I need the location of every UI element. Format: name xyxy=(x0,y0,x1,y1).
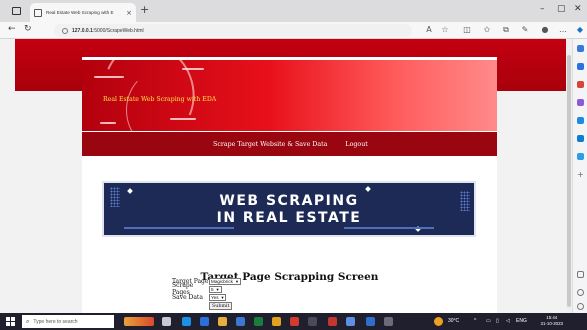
taskbar-search-placeholder: Type here to search xyxy=(33,318,78,325)
nav-logout-link[interactable]: Logout xyxy=(345,141,367,148)
weather-temp[interactable]: 30°C xyxy=(448,318,459,324)
refresh-icon[interactable]: ↻ xyxy=(24,24,32,34)
save-data-label: Save Data xyxy=(172,293,203,301)
hero-dots xyxy=(110,187,120,207)
windows-start-icon[interactable] xyxy=(6,317,15,326)
hero-bar xyxy=(344,227,434,229)
shopping-icon[interactable] xyxy=(577,63,584,70)
settings-gear-icon[interactable] xyxy=(577,303,584,310)
chevron-down-icon: ▼ xyxy=(215,286,220,292)
collections-icon[interactable]: ⧉ xyxy=(501,25,511,35)
tab-title: Real Estate Web Scraping with E xyxy=(46,10,114,15)
browser-tab-strip: Real Estate Web Scraping with E × + – ▢ … xyxy=(0,0,587,22)
hero-line-2: IN REAL ESTATE xyxy=(216,210,362,226)
app-icon[interactable] xyxy=(200,317,209,326)
chevron-down-icon: ▼ xyxy=(234,278,239,284)
app-icon[interactable] xyxy=(290,317,299,326)
external-link-icon[interactable] xyxy=(577,289,584,296)
app-icon[interactable] xyxy=(328,317,337,326)
file-explorer-icon[interactable] xyxy=(218,317,227,326)
hero-bar xyxy=(124,227,234,229)
url-text: 127.0.0.1:5000/ScrapeWeb.html xyxy=(72,27,144,34)
form-row-save-data: Save Data Yes ▼ xyxy=(172,293,241,301)
volume-icon[interactable]: ◁ xyxy=(506,318,510,324)
mail-icon[interactable] xyxy=(236,317,245,326)
submit-button[interactable]: Submit xyxy=(209,302,233,310)
scrollbar-thumb[interactable] xyxy=(567,55,571,307)
favorite-star-icon[interactable]: ☆ xyxy=(440,25,450,35)
vscode-icon[interactable] xyxy=(366,317,375,326)
hero-dots xyxy=(460,191,470,211)
page-title: Target Page Scrapping Screen xyxy=(200,271,379,283)
chevron-down-icon: ▼ xyxy=(220,294,225,300)
clock[interactable]: 15:44 31-10-2023 xyxy=(541,315,563,327)
address-bar[interactable]: 127.0.0.1:5000/ScrapeWeb.html xyxy=(54,24,412,37)
network-icon[interactable]: ▭ xyxy=(486,318,491,324)
page-viewport: Real Estate Web Scraping with EDA Scrape… xyxy=(0,39,566,313)
new-tab-button[interactable]: + xyxy=(140,3,149,16)
site-brand: Real Estate Web Scraping with EDA xyxy=(103,96,217,103)
add-icon[interactable]: + xyxy=(577,171,584,179)
weather-icon[interactable] xyxy=(434,317,443,326)
search-icon: ⌕ xyxy=(26,317,30,325)
excel-icon[interactable] xyxy=(254,317,263,326)
tab-close-icon[interactable]: × xyxy=(126,9,132,17)
widget-news-icon[interactable] xyxy=(124,317,154,326)
banner-streak xyxy=(170,118,196,120)
browser-sidebar: + xyxy=(572,39,587,313)
extensions-icon[interactable]: ✎ xyxy=(520,25,530,35)
outlook-icon[interactable] xyxy=(577,135,584,142)
hero-image: WEB SCRAPING IN REAL ESTATE xyxy=(102,181,476,237)
target-page-select[interactable]: Magicbrick ▼ xyxy=(209,277,241,285)
search-icon[interactable] xyxy=(577,45,584,52)
app-icon[interactable] xyxy=(346,317,355,326)
minimize-button[interactable]: – xyxy=(540,4,545,14)
taskbar-search-input[interactable]: ⌕ Type here to search xyxy=(22,315,114,328)
browser-tab[interactable]: Real Estate Web Scraping with E × xyxy=(30,3,136,22)
edge-icon[interactable] xyxy=(182,317,191,326)
scrape-form: Target Page Magicbrick ▼ Scrape Pages 5 ▼ … xyxy=(172,277,241,310)
banner-streak xyxy=(100,122,116,124)
sidebar-layout-icon[interactable] xyxy=(577,271,584,278)
task-view-icon[interactable] xyxy=(162,317,171,326)
windows-taskbar: ⌕ Type here to search 30°C ^ ▭ ▯ ◁ ENG 1… xyxy=(0,313,587,330)
hero-sparkle xyxy=(365,186,371,192)
chrome-icon[interactable] xyxy=(272,317,281,326)
tab-actions-icon[interactable] xyxy=(12,7,21,15)
form-row-scrape-pages: Scrape Pages 5 ▼ xyxy=(172,282,241,296)
scrape-pages-select[interactable]: 5 ▼ xyxy=(209,285,222,293)
back-arrow-icon[interactable]: ← xyxy=(8,24,16,34)
drop-icon[interactable] xyxy=(577,153,584,160)
page-favicon-icon xyxy=(34,8,42,17)
save-data-select[interactable]: Yes ▼ xyxy=(209,293,227,301)
battery-icon[interactable]: ▯ xyxy=(496,318,499,324)
terminal-icon[interactable] xyxy=(308,317,317,326)
maximize-button[interactable]: ▢ xyxy=(557,4,566,14)
copilot-icon[interactable]: ◆ xyxy=(575,25,585,35)
tools-icon[interactable] xyxy=(577,81,584,88)
nav-scrape-link[interactable]: Scrape Target Website & Save Data xyxy=(213,141,327,148)
site-nav: Scrape Target Website & Save Data Logout xyxy=(82,132,497,156)
app-icon[interactable] xyxy=(384,317,393,326)
split-screen-icon[interactable]: ◫ xyxy=(462,25,472,35)
browser-toolbar: ← ↻ 127.0.0.1:5000/ScrapeWeb.html A ☆ ◫ … xyxy=(0,22,587,39)
site-banner: Real Estate Web Scraping with EDA xyxy=(82,60,497,131)
language-indicator[interactable]: ENG xyxy=(516,318,527,324)
games-icon[interactable] xyxy=(577,99,584,106)
clock-date: 31-10-2023 xyxy=(540,321,563,326)
close-window-button[interactable]: ✕ xyxy=(574,4,582,14)
tray-chevron-icon[interactable]: ^ xyxy=(474,318,476,324)
more-menu-icon[interactable]: … xyxy=(558,25,568,35)
banner-streak xyxy=(182,68,204,70)
site-container: Real Estate Web Scraping with EDA Scrape… xyxy=(82,57,497,313)
office-icon[interactable] xyxy=(577,117,584,124)
banner-streak xyxy=(94,76,124,78)
favorites-icon[interactable]: ✩ xyxy=(482,25,492,35)
read-aloud-icon[interactable]: A xyxy=(424,25,434,35)
site-info-icon[interactable] xyxy=(62,27,68,34)
hero-line-1: WEB SCRAPING xyxy=(219,193,359,209)
profile-icon[interactable]: ● xyxy=(540,25,550,35)
